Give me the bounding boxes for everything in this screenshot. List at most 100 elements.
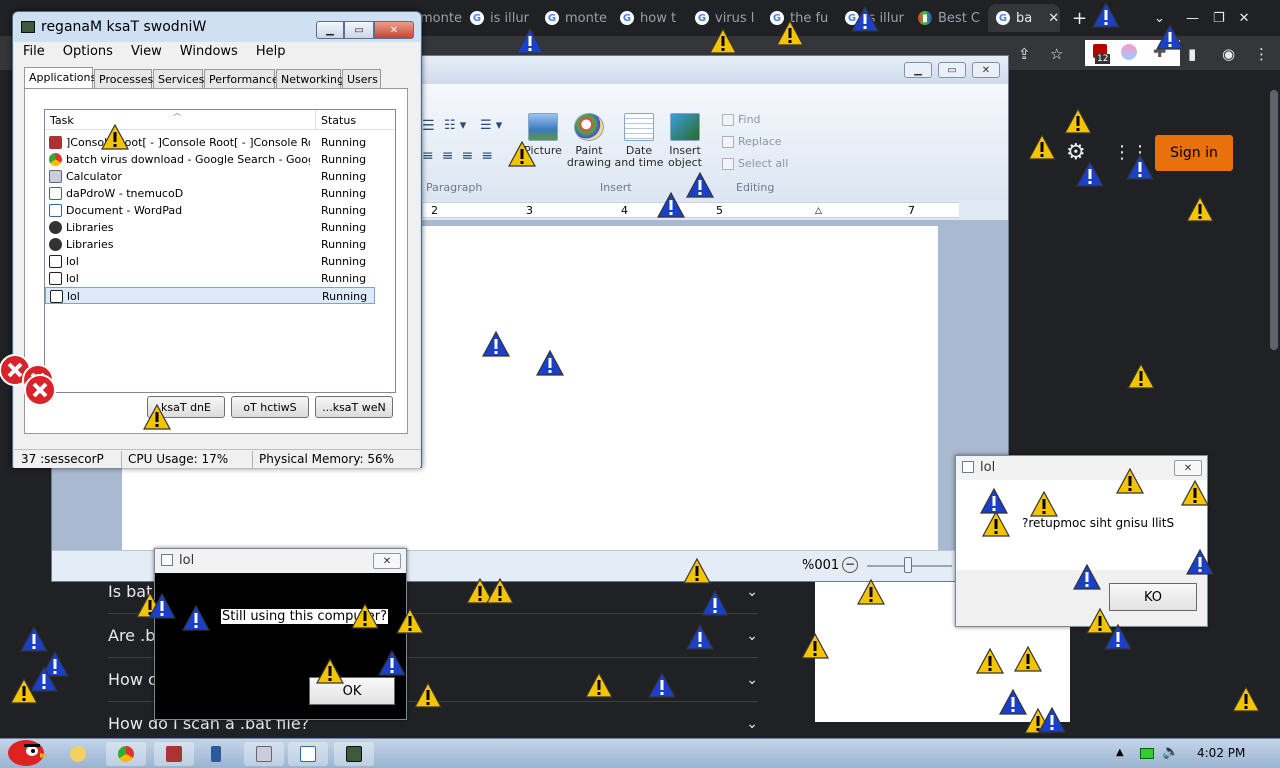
- column-task[interactable]: Task: [50, 114, 74, 127]
- google-icon: G: [470, 11, 484, 25]
- minimize-button[interactable]: ▁: [316, 21, 344, 39]
- tab-8[interactable]: ▮ Best C: [918, 4, 988, 32]
- scrollbar[interactable]: [1268, 70, 1280, 740]
- table-row[interactable]: ]Console Root[ - ]Console Root[ - ]Conso…: [45, 134, 375, 151]
- maximize-button[interactable]: ▭: [938, 62, 966, 78]
- new-tab-label: +: [1072, 7, 1088, 29]
- task-name: lol: [67, 290, 80, 303]
- tab-performance[interactable]: Performance: [204, 69, 279, 89]
- clock[interactable]: 4:02 PM: [1197, 746, 1245, 760]
- new-task-button[interactable]: ...ksaT weN: [315, 396, 393, 418]
- folder-icon: [49, 238, 62, 251]
- minimize-icon[interactable]: —: [1186, 11, 1199, 26]
- new-tab-button[interactable]: +: [1072, 4, 1092, 32]
- status-divider: [252, 451, 253, 468]
- table-row[interactable]: batch virus download - Google Search - G…: [45, 151, 375, 168]
- select-all-button[interactable]: Select all: [722, 157, 788, 170]
- extension-icon[interactable]: [1121, 44, 1137, 60]
- scrollbar-thumb[interactable]: [1270, 90, 1278, 350]
- close-icon[interactable]: ✕: [1239, 11, 1250, 26]
- menu-help[interactable]: Help: [247, 42, 295, 62]
- object-icon: [670, 113, 700, 141]
- console-taskbar-item[interactable]: [154, 742, 194, 766]
- find-button[interactable]: Find: [722, 113, 761, 126]
- indent-marker-icon[interactable]: △: [815, 206, 822, 216]
- paint-drawing-button[interactable]: Paint drawing: [564, 113, 614, 169]
- network-icon[interactable]: [1140, 748, 1154, 759]
- table-row[interactable]: Libraries Running: [45, 236, 375, 253]
- insert-object-button[interactable]: Insert object: [660, 113, 710, 169]
- tray-arrow-icon[interactable]: ▲: [1116, 747, 1124, 758]
- tab-processes[interactable]: Processes: [94, 69, 153, 89]
- dialog-titlebar: lol ✕: [956, 456, 1207, 480]
- device-icon: [211, 746, 221, 762]
- close-button[interactable]: ✕: [972, 62, 1000, 78]
- ruler[interactable]: 2 3 4 5 7 △: [423, 202, 959, 218]
- task-list[interactable]: Task ︿ Status ]Console Root[ - ]Console …: [44, 108, 396, 393]
- date-time-button[interactable]: Date and time: [614, 113, 664, 169]
- chrome-taskbar-item[interactable]: [106, 742, 146, 766]
- zoom-slider-thumb[interactable]: [904, 557, 912, 573]
- task-name: Document - WordPad: [66, 204, 183, 217]
- calculator-taskbar-item[interactable]: [244, 742, 284, 766]
- device-taskbar-item[interactable]: [196, 742, 236, 766]
- star-icon[interactable]: ☆: [1050, 45, 1063, 63]
- select-all-icon: [722, 157, 734, 170]
- share-icon[interactable]: ⇪: [1018, 45, 1031, 63]
- align-icons[interactable]: ≡≡≡≡: [422, 148, 501, 164]
- table-row-selected[interactable]: lol Running: [45, 287, 375, 304]
- maximize-button[interactable]: ▭: [344, 21, 374, 39]
- table-row[interactable]: Libraries Running: [45, 219, 375, 236]
- menu-view[interactable]: View: [122, 42, 171, 62]
- dialog-message: ?retupmoc siht gnisu llitS: [1022, 516, 1175, 530]
- table-row[interactable]: Document - WordPad Running: [45, 202, 375, 219]
- list-icon[interactable]: ☷ ▾: [444, 118, 466, 133]
- sort-arrow-icon: ︿: [173, 108, 181, 117]
- task-status: Running: [321, 153, 367, 166]
- menu-windows[interactable]: Windows: [171, 42, 247, 62]
- table-row[interactable]: lol Running: [45, 253, 375, 270]
- tab-active[interactable]: Gba ✕: [988, 4, 1060, 32]
- menu-file[interactable]: File: [14, 42, 54, 62]
- tab-applications[interactable]: Applications: [24, 67, 96, 89]
- switch-to-button[interactable]: oT hctiwS: [231, 396, 309, 418]
- minimize-button[interactable]: ▁: [904, 62, 932, 78]
- replace-button[interactable]: Replace: [722, 135, 782, 148]
- menu-icon[interactable]: ⋮: [1254, 45, 1269, 63]
- table-row[interactable]: daPdroW - tnemucoD Running: [45, 185, 375, 202]
- tab-4[interactable]: Ghow t: [620, 4, 690, 32]
- tab-1[interactable]: monte: [420, 4, 465, 32]
- window-icon: [49, 272, 62, 285]
- task-status: Running: [321, 136, 367, 149]
- sidebar-icon[interactable]: ▮: [1188, 45, 1196, 63]
- close-button[interactable]: ✕: [373, 553, 401, 569]
- line-spacing-icon[interactable]: ☰ ▾: [480, 118, 502, 133]
- taskmgr-taskbar-item[interactable]: [334, 742, 374, 766]
- window-controls: — ❐ ✕: [1186, 4, 1276, 32]
- close-icon[interactable]: ✕: [1048, 11, 1059, 26]
- profile-icon[interactable]: ◉: [1222, 45, 1235, 63]
- close-button[interactable]: ✕: [374, 21, 414, 39]
- close-button[interactable]: ✕: [1174, 460, 1202, 476]
- ok-button[interactable]: KO: [1109, 583, 1197, 611]
- indent-icon[interactable]: ☰: [422, 118, 435, 134]
- tab-users[interactable]: Users: [342, 69, 381, 89]
- task-status: Running: [321, 221, 367, 234]
- tab-3[interactable]: Gmonte: [545, 4, 615, 32]
- wordpad-taskbar-item[interactable]: [288, 742, 328, 766]
- sign-in-button[interactable]: Sign in: [1155, 135, 1233, 171]
- table-row[interactable]: lol Running: [45, 270, 375, 287]
- volume-icon[interactable]: 🔈: [1162, 744, 1179, 760]
- menu-options[interactable]: Options: [54, 42, 122, 62]
- explorer-taskbar-item[interactable]: [58, 742, 98, 766]
- column-status[interactable]: Status: [321, 114, 356, 127]
- window-title: reganaM ksaT swodniW: [41, 19, 207, 35]
- tab-networking[interactable]: Networking: [276, 69, 344, 89]
- table-row[interactable]: Calculator Running: [45, 168, 375, 185]
- console-icon: [49, 136, 62, 149]
- tab-services[interactable]: Services: [153, 69, 204, 89]
- restore-icon[interactable]: ❐: [1213, 11, 1225, 26]
- google-icon: G: [996, 11, 1010, 25]
- zoom-out-button[interactable]: −: [842, 557, 858, 573]
- faq-label: How c: [108, 670, 157, 689]
